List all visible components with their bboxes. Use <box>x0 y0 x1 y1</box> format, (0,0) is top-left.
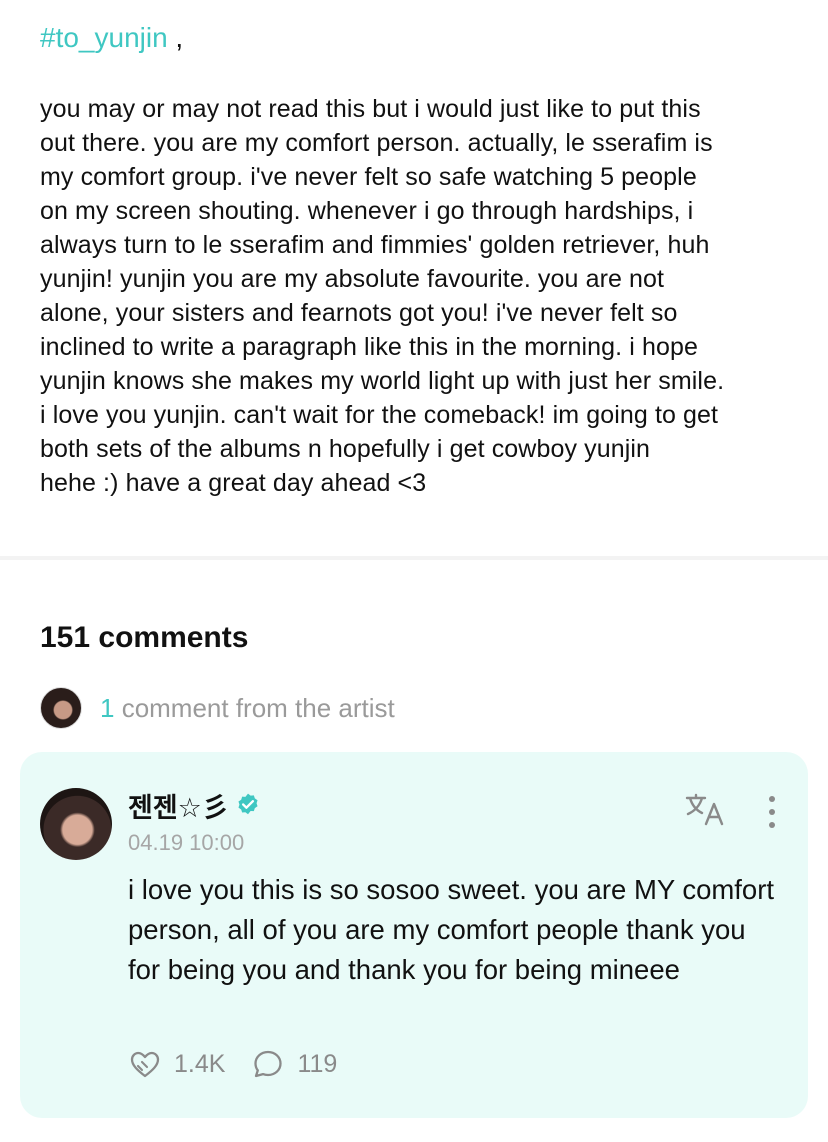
post-body: you may or may not read this but i would… <box>40 95 725 497</box>
comment-stats: 1.4K 119 <box>128 1044 363 1084</box>
avatar[interactable] <box>40 788 112 860</box>
verified-badge-icon <box>238 793 258 815</box>
section-divider <box>0 556 828 560</box>
comment-body: i love you this is so sosoo sweet. you a… <box>128 874 775 985</box>
comment-author-name[interactable]: 젠젠☆彡 <box>128 786 229 825</box>
post-content: #to_yunjin , you may or may not read thi… <box>40 18 800 500</box>
reply-count: 119 <box>297 1049 338 1078</box>
artist-comment-text: comment from the artist <box>114 692 395 723</box>
reply-button[interactable]: 119 <box>251 1047 337 1081</box>
artist-comment-count: 1 <box>100 692 115 723</box>
comment-bubble-icon <box>254 1050 283 1078</box>
hashtag-suffix: , <box>167 22 184 53</box>
more-vertical-icon[interactable] <box>764 794 780 830</box>
artist-comment-label: 1 comment from the artist <box>100 693 395 724</box>
artist-comment-filter[interactable]: 1 comment from the artist <box>40 687 395 729</box>
like-button[interactable]: 1.4K <box>128 1047 225 1081</box>
artist-mini-avatar <box>40 687 82 729</box>
artist-comment-card: 젠젠☆彡 04.19 10:00 i love you this is so s… <box>20 752 808 1118</box>
translate-icon[interactable] <box>684 792 726 828</box>
hashtag-link[interactable]: #to_yunjin <box>40 22 168 53</box>
like-count: 1.4K <box>174 1049 226 1078</box>
heart-like-icon <box>130 1051 160 1078</box>
comment-timestamp: 04.19 10:00 <box>128 830 245 855</box>
comments-count-heading: 151 comments <box>40 621 249 654</box>
comment-author-row: 젠젠☆彡 <box>128 786 261 825</box>
hashtag-line: #to_yunjin , <box>40 18 800 58</box>
